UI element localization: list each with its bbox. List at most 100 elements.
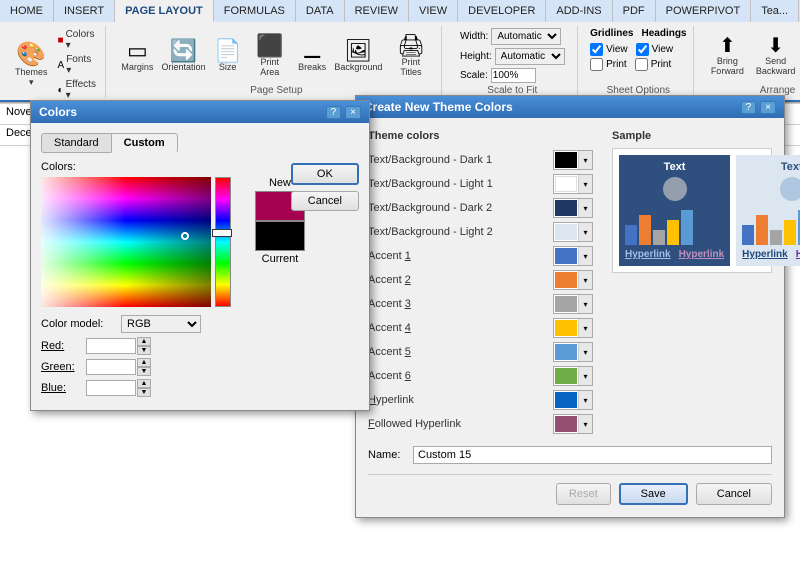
green-row: Green: 6 ▲ ▼ xyxy=(41,358,151,376)
bar-d1 xyxy=(625,225,637,245)
hue-slider[interactable] xyxy=(215,177,231,307)
sample-light-hyperlinks: Hyperlink Hyperlink xyxy=(742,249,800,260)
tab-more[interactable]: Tea... xyxy=(751,0,799,22)
tab-developer[interactable]: DEVELOPER xyxy=(458,0,546,22)
theme-color-btn-2[interactable]: ▾ xyxy=(553,198,593,218)
theme-color-btn-1[interactable]: ▾ xyxy=(553,174,593,194)
width-select[interactable]: Automatic xyxy=(491,28,561,45)
tab-standard[interactable]: Standard xyxy=(41,133,112,153)
ribbon-group-page-setup: ▭ Margins 🔄 Orientation 📄 Size ⬛ Print A… xyxy=(112,26,442,98)
fonts-button[interactable]: A Fonts ▾ xyxy=(55,53,99,77)
gridlines-print-checkbox[interactable] xyxy=(590,58,603,71)
breaks-button[interactable]: ⚊ Breaks xyxy=(295,37,330,75)
green-input[interactable]: 6 xyxy=(86,359,136,375)
green-down[interactable]: ▼ xyxy=(137,367,151,376)
theme-two-cols: Theme colors Text/Background - Dark 1 ▾ … xyxy=(368,130,772,438)
theme-color-btn-7[interactable]: ▾ xyxy=(553,318,593,338)
sample-dark-circle xyxy=(663,177,687,201)
cancel-theme-button[interactable]: Cancel xyxy=(696,483,772,505)
color-model-field-label: Color model: xyxy=(41,318,121,330)
cancel-colors-button[interactable]: Cancel xyxy=(291,191,359,211)
tab-custom[interactable]: Custom xyxy=(111,133,178,153)
colors-button[interactable]: ■ Colors ▾ xyxy=(55,28,99,52)
theme-row-11-label: Followed Hyperlink xyxy=(368,418,553,430)
blue-up[interactable]: ▲ xyxy=(137,379,151,388)
close-button[interactable]: × xyxy=(345,106,361,119)
page-setup-group-label: Page Setup xyxy=(250,85,302,96)
tab-addins[interactable]: ADD-INS xyxy=(546,0,612,22)
theme-swatch-7 xyxy=(555,320,577,336)
red-input[interactable]: 166 xyxy=(86,338,136,354)
tab-view[interactable]: VIEW xyxy=(409,0,458,22)
headings-view-checkbox[interactable] xyxy=(636,43,649,56)
sample-dark-text: Text xyxy=(625,161,724,173)
theme-arrow-1: ▾ xyxy=(578,175,592,193)
red-up[interactable]: ▲ xyxy=(137,337,151,346)
themes-button[interactable]: 🎨 Themes ▾ xyxy=(10,40,53,91)
theme-swatch-10 xyxy=(555,392,577,408)
send-backward-button[interactable]: ⬇ SendBackward xyxy=(751,33,800,79)
tab-insert[interactable]: INSERT xyxy=(54,0,115,22)
green-up[interactable]: ▲ xyxy=(137,358,151,367)
bring-forward-label: BringForward xyxy=(711,56,744,76)
theme-row-8: Accent 5 ▾ xyxy=(368,342,596,362)
tab-formulas[interactable]: FORMULAS xyxy=(214,0,296,22)
print-titles-button[interactable]: 🖨 Print Titles xyxy=(387,32,435,80)
background-button[interactable]: 🖼 Background xyxy=(332,37,385,75)
headings-view-wrap: View xyxy=(636,43,674,56)
theme-row-0-label: Text/Background - Dark 1 xyxy=(368,154,553,166)
theme-color-btn-6[interactable]: ▾ xyxy=(553,294,593,314)
headings-print-checkbox[interactable] xyxy=(635,58,648,71)
theme-color-btn-5[interactable]: ▾ xyxy=(553,270,593,290)
sample-dark-hyperlinks: Hyperlink Hyperlink xyxy=(625,249,724,260)
theme-body: Theme colors Text/Background - Dark 1 ▾ … xyxy=(356,118,784,517)
theme-titlebar-controls: ? × xyxy=(741,101,776,114)
ribbon-group-sheet: Gridlines Headings View View Print xyxy=(584,26,694,98)
gridlines-col-label: Gridlines xyxy=(590,28,633,39)
theme-color-btn-4[interactable]: ▾ xyxy=(553,246,593,266)
rgb-left: Red: 166 ▲ ▼ Green: 6 ▲ ▼ Blue: xyxy=(41,337,151,400)
theme-color-btn-11[interactable]: ▾ xyxy=(553,414,593,434)
color-model-select[interactable]: RGB HSL xyxy=(121,315,201,333)
theme-help-button[interactable]: ? xyxy=(741,101,757,114)
tab-powerpivot[interactable]: POWERPIVOT xyxy=(656,0,752,22)
theme-dialog-titlebar[interactable]: Create New Theme Colors ? × xyxy=(356,96,784,118)
theme-arrow-4: ▾ xyxy=(578,247,592,265)
bring-forward-button[interactable]: ⬆ BringForward xyxy=(706,33,749,79)
theme-name-input[interactable] xyxy=(413,446,772,464)
save-button[interactable]: Save xyxy=(619,483,688,505)
effects-button[interactable]: ◐ Effects ▾ xyxy=(55,78,99,102)
margins-button[interactable]: ▭ Margins xyxy=(118,37,157,75)
print-area-icon: ⬛ xyxy=(256,35,283,57)
theme-color-btn-3[interactable]: ▾ xyxy=(553,222,593,242)
help-button[interactable]: ? xyxy=(326,106,342,119)
reset-button[interactable]: Reset xyxy=(556,483,611,505)
scale-input[interactable] xyxy=(491,68,536,83)
theme-color-btn-8[interactable]: ▾ xyxy=(553,342,593,362)
theme-color-btn-10[interactable]: ▾ xyxy=(553,390,593,410)
theme-arrow-7: ▾ xyxy=(578,319,592,337)
color-preview-current xyxy=(255,221,305,251)
print-area-label: Print Area xyxy=(252,57,288,77)
height-select[interactable]: Automatic xyxy=(495,48,565,65)
blue-down[interactable]: ▼ xyxy=(137,388,151,397)
tab-pdf[interactable]: PDF xyxy=(613,0,656,22)
gridlines-view-checkbox[interactable] xyxy=(590,43,603,56)
colors-dialog-titlebar[interactable]: Colors ? × xyxy=(31,101,369,123)
theme-color-btn-9[interactable]: ▾ xyxy=(553,366,593,386)
tab-page-layout[interactable]: PAGE LAYOUT xyxy=(115,0,214,22)
green-spin: ▲ ▼ xyxy=(137,358,151,376)
red-down[interactable]: ▼ xyxy=(137,346,151,355)
ok-button[interactable]: OK xyxy=(291,163,359,185)
theme-color-btn-0[interactable]: ▾ xyxy=(553,150,593,170)
blue-input[interactable]: 78 xyxy=(86,380,136,396)
size-button[interactable]: 📄 Size xyxy=(210,37,245,75)
print-area-button[interactable]: ⬛ Print Area xyxy=(247,32,293,80)
orientation-button[interactable]: 🔄 Orientation xyxy=(159,37,209,75)
theme-row-8-label: Accent 5 xyxy=(368,346,553,358)
theme-close-button[interactable]: × xyxy=(760,101,776,114)
color-picker[interactable] xyxy=(41,177,231,307)
tab-review[interactable]: REVIEW xyxy=(345,0,409,22)
tab-data[interactable]: DATA xyxy=(296,0,345,22)
tab-home[interactable]: HOME xyxy=(0,0,54,22)
